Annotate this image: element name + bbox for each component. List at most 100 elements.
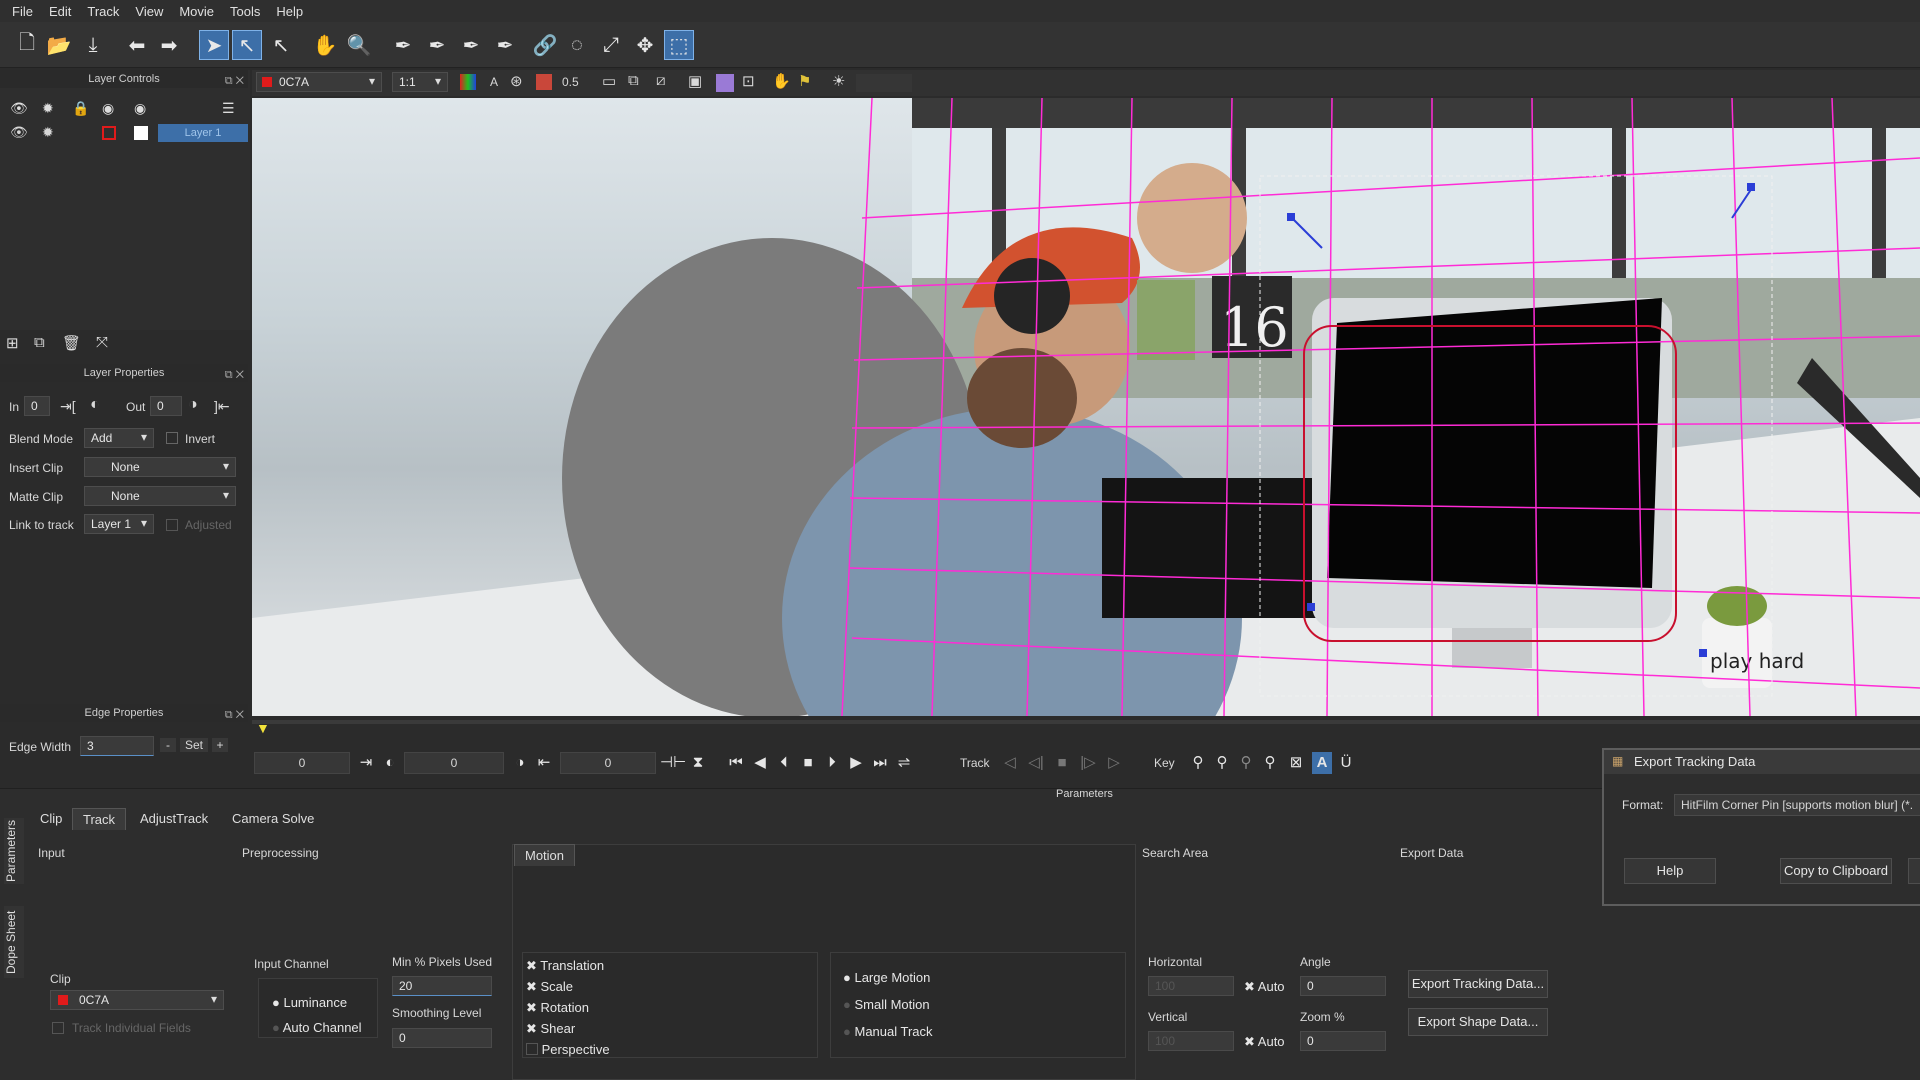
vertical-auto-checkbox[interactable]: ✖ Auto xyxy=(1244,1034,1285,1050)
hand-tool-icon[interactable]: ✋ xyxy=(310,30,340,60)
key-u-icon[interactable]: Ü xyxy=(1336,752,1356,774)
eye-icon[interactable]: 👁 xyxy=(10,100,28,117)
goto-out-icon[interactable]: ◑ xyxy=(188,396,198,414)
format-select[interactable]: HitFilm Corner Pin [supports motion blur… xyxy=(1674,794,1920,816)
overlay-icon[interactable]: ⊛ xyxy=(510,72,523,90)
goto-start-icon[interactable]: ⏮ xyxy=(726,752,746,774)
move-icon[interactable]: ✥ xyxy=(630,30,660,60)
min-pixels-field[interactable]: 20 xyxy=(392,976,492,996)
in-field[interactable]: 0 xyxy=(24,396,50,416)
horizontal-auto-checkbox[interactable]: ✖ Auto xyxy=(1244,979,1285,995)
lasso-icon[interactable]: ◌ xyxy=(562,30,592,60)
track-step-forward-icon[interactable]: |▷ xyxy=(1078,752,1098,774)
rgb-channel-icon[interactable] xyxy=(460,74,476,90)
menu-icon[interactable]: ☰ xyxy=(222,100,235,117)
key-a-icon[interactable]: A xyxy=(1312,752,1332,774)
tab-clip[interactable]: Clip xyxy=(30,808,72,830)
set-out-point-icon[interactable]: ⇤ xyxy=(534,752,554,774)
matte-clip-select[interactable]: None xyxy=(84,486,236,506)
save-icon[interactable]: ⤓ xyxy=(78,30,108,60)
select-b-tool-icon[interactable]: ↖ xyxy=(232,30,262,60)
color-overlay-icon[interactable] xyxy=(716,74,734,92)
horizontal-field[interactable]: 100 xyxy=(1148,976,1234,996)
step-forward-icon[interactable]: ⏵ xyxy=(822,752,842,774)
perspective-checkbox[interactable]: Perspective xyxy=(526,1042,610,1057)
goto-in-icon[interactable]: ◐ xyxy=(90,396,100,414)
set-in-icon[interactable]: ⇥[ xyxy=(60,398,76,415)
out-field[interactable]: 0 xyxy=(150,396,182,416)
small-motion-radio[interactable]: ● Small Motion xyxy=(843,997,930,1012)
duplicate-layer-icon[interactable]: ⧉ xyxy=(34,334,45,351)
blend-mode-select[interactable]: Add xyxy=(84,428,154,448)
brightness-slider[interactable] xyxy=(856,74,912,92)
zoom-tool-icon[interactable]: 🔍 xyxy=(344,30,374,60)
add-layer-icon[interactable]: ⊞ xyxy=(6,334,19,352)
translation-checkbox[interactable]: ✖ Translation xyxy=(526,958,604,974)
opacity-value[interactable]: 0.5 xyxy=(562,75,579,89)
menu-movie[interactable]: Movie xyxy=(173,4,224,19)
open-folder-icon[interactable]: 📂 xyxy=(44,30,74,60)
layer-row[interactable]: 👁 ✹ Layer 1 xyxy=(8,124,248,144)
track-stop-icon[interactable]: ■ xyxy=(1052,752,1072,774)
key-add-icon[interactable]: ⚲ xyxy=(1236,752,1256,774)
track-forward-icon[interactable]: ▷ xyxy=(1104,752,1124,774)
shear-checkbox[interactable]: ✖ Shear xyxy=(526,1021,575,1037)
zoom-select[interactable]: 1:1 xyxy=(392,72,448,92)
copy-clipboard-button[interactable]: Copy to Clipboard xyxy=(1780,858,1892,884)
pen-x-tool-icon[interactable]: ✒ xyxy=(388,30,418,60)
redo-icon[interactable]: ➡ xyxy=(154,30,184,60)
panel-float-close-icon[interactable]: ⧉ ✕ xyxy=(225,706,244,724)
layer-color-swatch[interactable] xyxy=(102,126,116,140)
help-button[interactable]: Help xyxy=(1624,858,1716,884)
view-overlay-icon[interactable]: ⧉ xyxy=(628,72,639,89)
link-to-track-select[interactable]: Layer 1 xyxy=(84,514,154,534)
edge-width-field[interactable]: 3 xyxy=(80,736,154,756)
menu-edit[interactable]: Edit xyxy=(43,4,81,19)
surface-select-icon[interactable]: ⬚ xyxy=(664,30,694,60)
panel-float-close-icon[interactable]: ⧉ ✕ xyxy=(225,72,244,90)
track-fields-checkbox[interactable] xyxy=(52,1022,64,1034)
goto-end-icon[interactable]: ⏭ xyxy=(870,752,890,774)
auto-channel-radio[interactable]: ● Auto Channel xyxy=(272,1020,362,1035)
lock-icon[interactable]: 🔒 xyxy=(72,100,89,117)
link-icon[interactable]: 🔗 xyxy=(530,30,560,60)
pan-icon[interactable]: ✋ xyxy=(772,72,791,90)
menu-view[interactable]: View xyxy=(129,4,173,19)
colors-icon[interactable]: ◉ xyxy=(134,100,146,117)
in-point-field[interactable]: 0 xyxy=(254,752,350,774)
adjusted-checkbox[interactable] xyxy=(166,519,178,531)
export-tracking-button[interactable]: Export Tracking Data... xyxy=(1408,970,1548,998)
set-in-point-icon[interactable]: ⇥ xyxy=(356,752,376,774)
layer-gear-icon[interactable]: ✹ xyxy=(42,124,54,141)
scale-checkbox[interactable]: ✖ Scale xyxy=(526,979,573,995)
pen-bplus-tool-icon[interactable]: ✒ xyxy=(490,30,520,60)
fit-icon[interactable]: ⤧ xyxy=(96,334,108,351)
rotation-checkbox[interactable]: ✖ Rotation xyxy=(526,1000,589,1016)
current-frame-field[interactable]: 0 xyxy=(404,752,504,774)
insert-clip-select[interactable]: None xyxy=(84,457,236,477)
layer-white-swatch[interactable] xyxy=(134,126,148,140)
range-icon[interactable]: ⊣⊢ xyxy=(660,752,686,774)
out-point-field[interactable]: 0 xyxy=(560,752,656,774)
gear-icon[interactable]: ✹ xyxy=(42,100,54,117)
color-wheel-icon[interactable]: ◉ xyxy=(102,100,114,117)
key-auto-icon[interactable]: ⊠ xyxy=(1286,752,1306,774)
large-motion-radio[interactable]: ● Large Motion xyxy=(843,970,930,985)
pen-plus-tool-icon[interactable]: ✒ xyxy=(422,30,452,60)
motion-tab[interactable]: Motion xyxy=(514,844,576,866)
vertical-field[interactable]: 100 xyxy=(1148,1031,1234,1051)
set-out-icon[interactable]: ]⇤ xyxy=(214,398,230,415)
video-viewer[interactable]: 16 play hard xyxy=(252,98,1920,716)
delete-layer-icon[interactable]: 🗑 xyxy=(62,334,81,352)
menu-help[interactable]: Help xyxy=(270,4,313,19)
menu-tools[interactable]: Tools xyxy=(224,4,270,19)
layer-visible-icon[interactable]: 👁 xyxy=(10,124,28,141)
input-clip-select[interactable]: 0C7A xyxy=(50,990,224,1010)
menu-file[interactable]: File xyxy=(6,4,43,19)
menu-track[interactable]: Track xyxy=(81,4,129,19)
key-delete-icon[interactable]: ⚲ xyxy=(1260,752,1280,774)
mask-view-icon[interactable] xyxy=(536,74,552,90)
playhead-icon[interactable]: ▼ xyxy=(256,720,270,736)
loop-icon[interactable]: ⇌ xyxy=(894,752,914,774)
side-tab-parameters[interactable]: Parameters xyxy=(4,818,24,884)
